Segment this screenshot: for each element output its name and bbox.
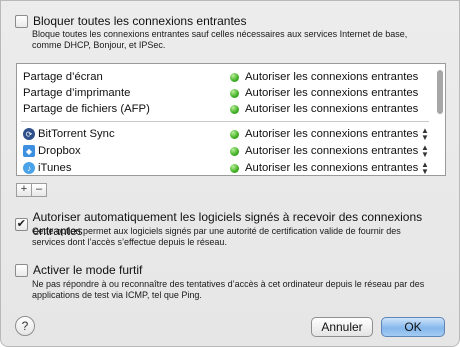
add-button[interactable]: + (16, 183, 32, 197)
list-item[interactable]: ⟳ BitTorrent Sync Autoriser les connexio… (17, 126, 433, 144)
status-green-icon (230, 72, 239, 82)
signed-apps-checkbox[interactable]: ✔ (15, 217, 28, 231)
stealth-description-line2: applications de test via ICMP, tel que P… (32, 290, 202, 300)
app-status-popup[interactable]: Autoriser les connexions entrantes (230, 145, 418, 157)
service-name: Partage d’imprimante (23, 87, 131, 99)
app-status-popup[interactable]: Autoriser les connexions entrantes (230, 162, 418, 174)
popup-arrows-icon[interactable]: ▲ ▼ (421, 144, 429, 159)
stealth-label: Activer le mode furtif (33, 263, 143, 277)
remove-button[interactable]: – (32, 183, 47, 197)
app-name: iTunes (38, 162, 72, 174)
app-status-label: Autoriser les connexions entrantes (245, 128, 419, 140)
status-green-icon (230, 129, 239, 139)
list-buttons: + – (16, 183, 47, 197)
app-name-cell: ⟳ BitTorrent Sync (23, 128, 115, 140)
service-name: Partage d’écran (23, 71, 103, 83)
connections-list[interactable]: Partage d’écran Autoriser les connexions… (16, 63, 446, 176)
service-status-label: Autoriser les connexions entrantes (245, 103, 419, 115)
app-name-cell: ♪ iTunes (23, 162, 72, 174)
app-name-cell: ◆ Dropbox (23, 145, 81, 157)
service-status-label: Autoriser les connexions entrantes (245, 87, 419, 99)
status-green-icon (230, 88, 239, 98)
block-all-description-line1: Bloque toutes les connexions entrantes s… (32, 29, 408, 39)
block-all-description-line2: comme DHCP, Bonjour, et IPSec. (32, 40, 166, 50)
signed-apps-description: Cette option permet aux logiciels signés… (32, 226, 401, 248)
popup-arrows-icon[interactable]: ▲ ▼ (421, 161, 429, 176)
list-scrollbar[interactable] (436, 66, 444, 171)
scrollbar-thumb[interactable] (437, 70, 443, 114)
dropbox-icon: ◆ (23, 145, 35, 157)
service-status: Autoriser les connexions entrantes (230, 103, 418, 115)
status-green-icon (230, 104, 239, 114)
app-status-popup[interactable]: Autoriser les connexions entrantes (230, 128, 418, 140)
list-item[interactable]: Partage de fichiers (AFP) Autoriser les … (17, 101, 433, 119)
firewall-options-sheet: Bloquer toutes les connexions entrantes … (0, 0, 460, 347)
block-all-label: Bloquer toutes les connexions entrantes (33, 14, 247, 28)
service-status: Autoriser les connexions entrantes (230, 71, 418, 83)
list-separator (21, 121, 429, 122)
status-green-icon (230, 146, 239, 156)
service-status: Autoriser les connexions entrantes (230, 87, 418, 99)
service-status-label: Autoriser les connexions entrantes (245, 71, 419, 83)
service-name: Partage de fichiers (AFP) (23, 103, 150, 115)
stealth-row[interactable]: Activer le mode furtif (15, 263, 142, 277)
app-name: BitTorrent Sync (38, 128, 115, 140)
app-name: Dropbox (38, 145, 81, 157)
block-all-description: Bloque toutes les connexions entrantes s… (32, 29, 407, 51)
block-all-row[interactable]: Bloquer toutes les connexions entrantes (15, 14, 246, 28)
status-green-icon (230, 163, 239, 173)
list-item[interactable]: ◆ Dropbox Autoriser les connexions entra… (17, 143, 433, 161)
help-button[interactable]: ? (15, 316, 35, 336)
app-status-label: Autoriser les connexions entrantes (245, 162, 419, 174)
signed-apps-description-line2: services dont l’accès s’effectue depuis … (32, 237, 227, 247)
block-all-checkbox[interactable] (15, 14, 28, 28)
signed-apps-description-line1: Cette option permet aux logiciels signés… (32, 226, 401, 236)
list-item[interactable]: ♪ iTunes Autoriser les connexions entran… (17, 160, 433, 176)
app-status-label: Autoriser les connexions entrantes (245, 145, 419, 157)
stealth-description-line1: Ne pas répondre à ou reconnaître des ten… (32, 279, 425, 289)
itunes-icon: ♪ (23, 162, 35, 174)
ok-button[interactable]: OK (381, 317, 445, 337)
stealth-description: Ne pas répondre à ou reconnaître des ten… (32, 279, 424, 301)
cancel-button[interactable]: Annuler (311, 317, 373, 337)
stealth-checkbox[interactable] (15, 263, 28, 277)
popup-arrows-icon[interactable]: ▲ ▼ (421, 127, 429, 142)
bittorrent-sync-icon: ⟳ (23, 128, 35, 140)
